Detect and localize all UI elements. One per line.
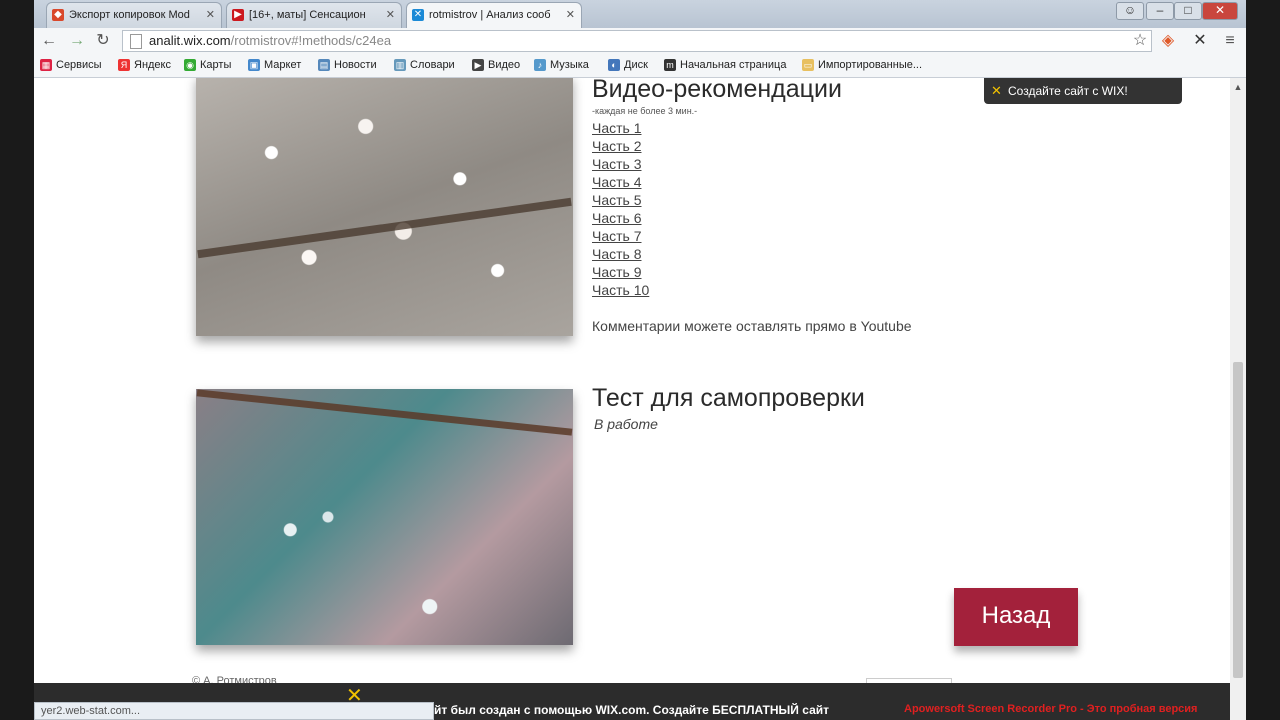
yandex-icon: Я [118, 59, 130, 71]
menu-icon[interactable]: ≡ [1220, 31, 1240, 51]
wix-logo-icon: ✕ [991, 83, 1002, 98]
address-path: /rotmistrov#!methods/c24ea [230, 33, 392, 48]
video-link-5[interactable]: Часть 5 [592, 191, 649, 209]
cherry-blossom-image [196, 78, 573, 336]
wix-promo-message: йт был создан с помощью WIX.com. Создайт… [434, 703, 830, 717]
browser-window: ◆ Экспорт копировок Mod ✕ ▶ [16+, маты] … [34, 0, 1246, 720]
close-window-button[interactable]: ✕ [1202, 2, 1238, 20]
bookmark-yandex[interactable]: Я Яндекс [118, 58, 171, 72]
bookmark-label: Новости [334, 59, 377, 71]
test-status: В работе [594, 416, 658, 432]
tab-strip: ◆ Экспорт копировок Mod ✕ ▶ [16+, маты] … [34, 0, 1246, 28]
recorder-watermark: Apowersoft Screen Recorder Pro - Это про… [904, 703, 1198, 715]
section-subtitle: -каждая не более 3 мин.- [592, 106, 698, 116]
bookmark-services[interactable]: ▦ Сервисы [40, 58, 102, 72]
export-icon: ◆ [52, 9, 64, 21]
wix-create-badge[interactable]: ✕ Создайте сайт с WIX! [984, 78, 1182, 104]
homepage-icon: m [664, 59, 676, 71]
bookmark-label: Музыка [550, 59, 589, 71]
video-link-1[interactable]: Часть 1 [592, 119, 649, 137]
star-icon[interactable]: ☆ [1130, 31, 1150, 51]
back-button[interactable]: Назад [954, 588, 1078, 646]
folder-icon: ▭ [802, 59, 814, 71]
bookmark-label: Импортированные... [818, 59, 923, 71]
bookmarks-bar: ▦ Сервисы Я Яндекс ◉ Карты ▣ Маркет ▤ Новости… [34, 54, 1246, 78]
forward-arrow-icon[interactable]: → [66, 31, 88, 51]
bookmark-homepage[interactable]: m Начальная страница [664, 58, 786, 72]
music-icon: ♪ [534, 59, 546, 71]
scrollbar-thumb[interactable] [1233, 362, 1243, 678]
tab-wix[interactable]: ✕ rotmistrov | Анализ сооб ✕ [406, 2, 582, 28]
video-link-10[interactable]: Часть 10 [592, 281, 649, 299]
bookmark-label: Яндекс [134, 59, 171, 71]
page-icon [130, 34, 142, 49]
apps-icon: ▦ [40, 59, 52, 71]
section-title-video: Видео-рекомендации [592, 78, 842, 103]
market-icon: ▣ [248, 59, 260, 71]
bookmark-music[interactable]: ♪ Музыка [534, 58, 589, 72]
maps-icon: ◉ [184, 59, 196, 71]
section-title-test: Тест для самопроверки [592, 384, 865, 412]
tab-label: rotmistrov | Анализ сооб [429, 9, 551, 21]
bookmark-maps[interactable]: ◉ Карты [184, 58, 231, 72]
close-icon[interactable]: ✕ [206, 8, 215, 21]
video-icon: ▶ [472, 59, 484, 71]
bookmark-label: Маркет [264, 59, 302, 71]
status-bubble: yer2.web-stat.com... [34, 702, 434, 720]
video-link-8[interactable]: Часть 8 [592, 245, 649, 263]
tab-export[interactable]: ◆ Экспорт копировок Mod ✕ [46, 2, 222, 28]
bookmark-label: Видео [488, 59, 521, 71]
news-icon: ▤ [318, 59, 330, 71]
video-link-9[interactable]: Часть 9 [592, 263, 649, 281]
wix-badge-label: Создайте сайт с WIX! [1008, 84, 1128, 98]
minimize-button[interactable]: – [1146, 2, 1174, 20]
bookmark-label: Карты [200, 59, 232, 71]
video-link-7[interactable]: Часть 7 [592, 227, 649, 245]
video-link-6[interactable]: Часть 6 [592, 209, 649, 227]
maximize-button[interactable]: □ [1174, 2, 1202, 20]
comment-note: Комментарии можете оставлять прямо в You… [592, 318, 912, 334]
tab-label: [16+, маты] Сенсацион [249, 9, 366, 21]
user-icon[interactable]: ☺ [1116, 2, 1144, 20]
video-link-4[interactable]: Часть 4 [592, 173, 649, 191]
tab-label: Экспорт копировок Mod [69, 9, 190, 21]
bookmark-label: Диск [624, 59, 648, 71]
tab-youtube[interactable]: ▶ [16+, маты] Сенсацион ✕ [226, 2, 402, 28]
bookmark-news[interactable]: ▤ Новости [318, 58, 377, 72]
bookmark-label: Начальная страница [680, 59, 787, 71]
bookmark-market[interactable]: ▣ Маркет [248, 58, 301, 72]
bookmark-label: Словари [410, 59, 455, 71]
video-link-3[interactable]: Часть 3 [592, 155, 649, 173]
address-bar[interactable]: analit.wix.com/rotmistrov#!methods/c24ea [122, 30, 1152, 52]
bookmark-dictionaries[interactable]: ▥ Словари [394, 58, 455, 72]
video-link-2[interactable]: Часть 2 [592, 137, 649, 155]
bookmark-imported[interactable]: ▭ Импортированные... [802, 58, 922, 72]
bookmark-label: Сервисы [56, 59, 102, 71]
dictionary-icon: ▥ [394, 59, 406, 71]
bookmark-disk[interactable]: ◐ Диск [608, 58, 648, 72]
icicles-image [196, 389, 573, 645]
page-content: Видео-рекомендации -каждая не более 3 ми… [34, 78, 1246, 720]
wix-extension-icon[interactable]: ✕ [1190, 31, 1210, 51]
video-links-list: Часть 1 Часть 2 Часть 3 Часть 4 Часть 5 … [592, 119, 649, 299]
back-arrow-icon[interactable]: ← [38, 31, 60, 51]
reload-icon[interactable]: ↻ [92, 31, 114, 51]
address-host: analit.wix.com [149, 33, 231, 48]
close-icon[interactable]: ✕ [386, 8, 395, 21]
toolbar: ← → ↻ analit.wix.com/rotmistrov#!methods… [34, 28, 1246, 54]
close-icon[interactable]: ✕ [566, 8, 575, 21]
wix-icon: ✕ [412, 9, 424, 21]
youtube-icon: ▶ [232, 9, 244, 21]
disk-icon: ◐ [608, 59, 620, 71]
extension-icon[interactable]: ◈ [1158, 31, 1178, 51]
scroll-up-icon[interactable]: ▲ [1230, 82, 1246, 92]
bookmark-video[interactable]: ▶ Видео [472, 58, 520, 72]
